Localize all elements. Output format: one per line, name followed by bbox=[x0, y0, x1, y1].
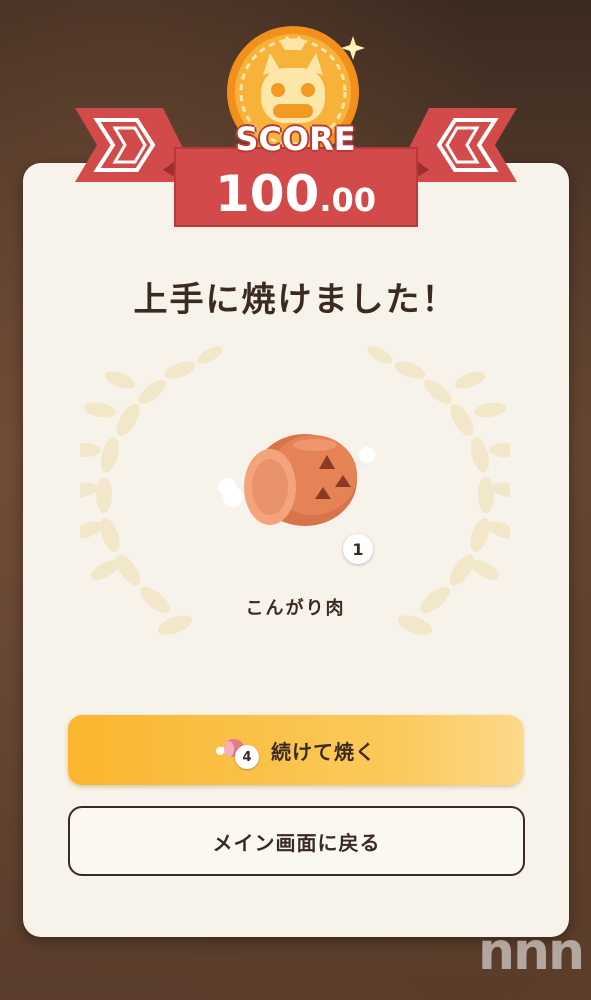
score-integer: 100 bbox=[214, 165, 320, 223]
back-to-main-button[interactable]: メイン画面に戻る bbox=[68, 806, 525, 876]
continue-grilling-label: 続けて焼く bbox=[271, 739, 376, 764]
score-label: SCORE bbox=[235, 120, 356, 158]
roasted-meat-icon bbox=[218, 434, 375, 526]
item-name: こんがり肉 bbox=[245, 598, 346, 619]
result-message: 上手に焼けました！ bbox=[133, 280, 458, 320]
score-value: 100.00 bbox=[0, 165, 591, 223]
item-quantity-badge: 1 bbox=[343, 534, 373, 564]
score-decimal: .00 bbox=[319, 181, 377, 219]
continue-grilling-button[interactable]: 4 続けて焼く bbox=[68, 715, 523, 785]
watermark-logo: nnn bbox=[477, 922, 585, 982]
raw-meat-icon: 4 bbox=[215, 737, 259, 769]
remaining-count-badge: 4 bbox=[235, 745, 259, 769]
